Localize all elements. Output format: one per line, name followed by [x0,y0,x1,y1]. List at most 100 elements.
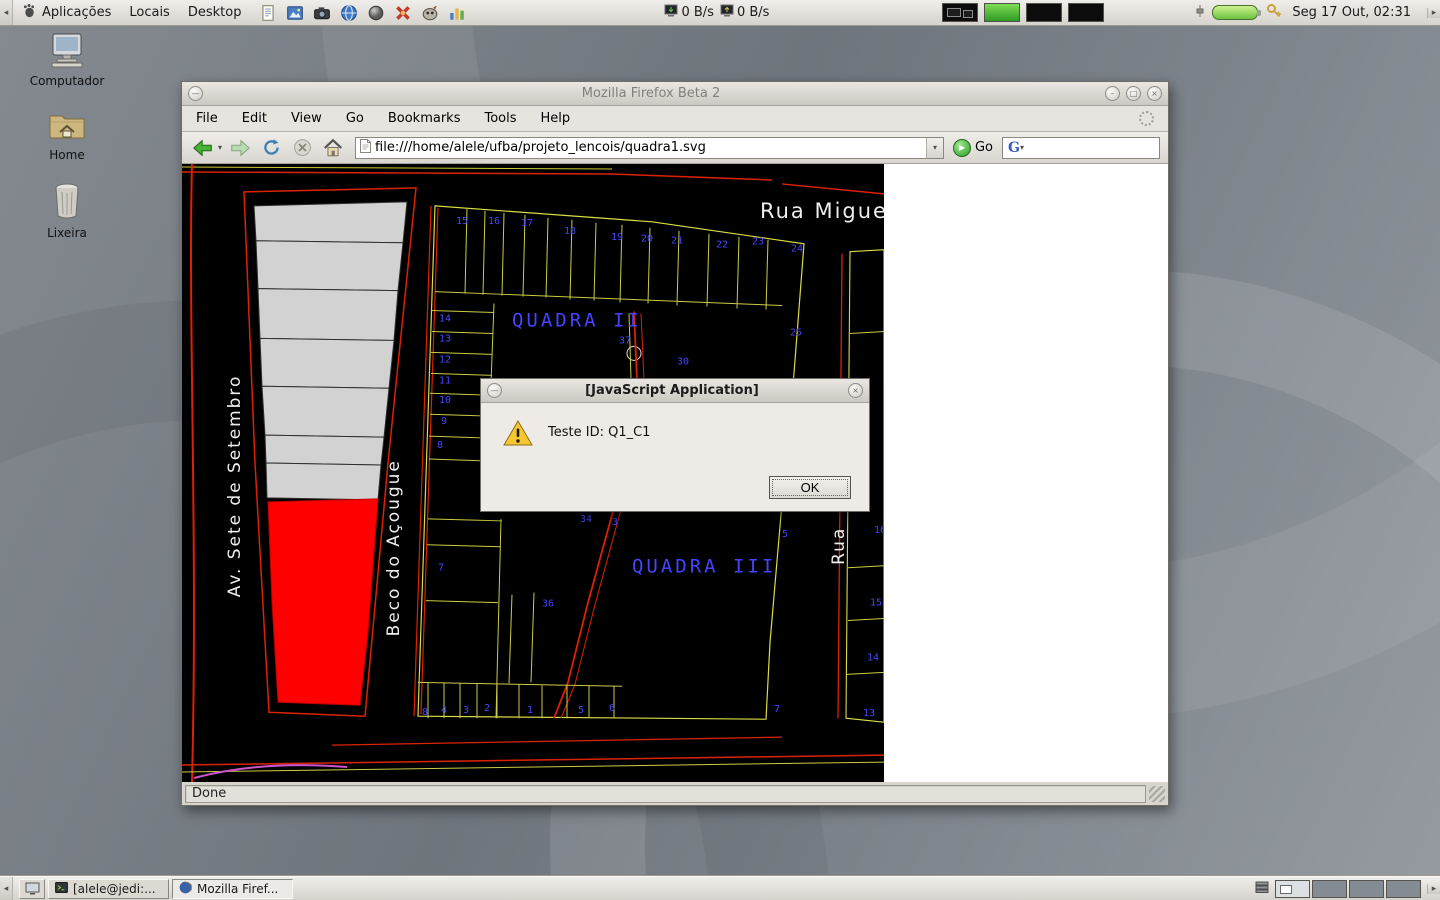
desktop-menu[interactable]: Desktop [179,0,251,25]
search-engine-caret[interactable]: ▾ [1020,143,1024,152]
file-manager-launcher[interactable] [256,2,280,24]
menu-edit[interactable]: Edit [242,111,267,126]
lot-polygon[interactable] [260,338,394,388]
page-white-area [884,164,1168,782]
pager-workspace-3[interactable] [1349,880,1384,898]
taskbar-hide-left-button[interactable]: ◂ [0,877,13,900]
desktop-icon-trash[interactable]: Lixeira [26,182,108,240]
network-monitor-applet[interactable]: 0 B/s 0 B/s [664,4,769,21]
lot-number-label: 5 [578,705,584,716]
page-icon [360,139,371,157]
maximize-button[interactable]: □ [1126,86,1141,101]
places-menu[interactable]: Locais [120,0,178,25]
desktop-icon-computer[interactable]: Computador [26,32,108,88]
play-arrow-glyph: ▶ [959,143,965,152]
applications-menu[interactable]: Aplicações [13,0,120,25]
panel-launchers [256,2,469,24]
keyring-icon[interactable] [1266,3,1282,23]
workspace-1[interactable] [942,3,978,22]
url-dropdown-button[interactable]: ▾ [926,138,943,158]
left-arrow-icon: ◂ [4,884,9,894]
panel-hide-left-button[interactable]: ◂ [0,0,13,25]
url-bar[interactable]: file:///home/alele/ufba/projeto_lencois/… [355,137,944,159]
drawer-icon[interactable] [1255,881,1269,897]
home-icon [322,137,344,159]
right-arrow-icon: ▸ [1432,884,1437,894]
forward-button[interactable] [227,135,253,161]
pager-workspace-4[interactable] [1386,880,1421,898]
workspace-3[interactable] [1026,3,1062,22]
desktop-icon-home[interactable]: Home [26,108,108,162]
javascript-dialog: — [JavaScript Application] × Teste ID: Q… [480,378,870,512]
battery-indicator[interactable] [1212,5,1258,20]
firefox-icon [179,881,192,897]
panel-hide-right-button[interactable]: ▸ [1427,8,1440,18]
lot-number-label: 9 [441,416,447,427]
lot-number-label: 19 [611,232,623,243]
stop-button[interactable] [289,135,315,161]
task-terminal[interactable]: [alele@jedi:... [48,879,169,899]
show-desktop-button[interactable] [19,879,45,899]
dialog-body: Teste ID: Q1_C1 [481,403,869,451]
close-icon: × [1151,89,1158,98]
workspace-4[interactable] [1068,3,1104,22]
lot-number-label: 10 [439,395,451,406]
reload-button[interactable] [258,135,284,161]
image-viewer-launcher[interactable] [283,2,307,24]
top-panel: ◂ Aplicações Locais Desktop 0 B/s [0,0,1440,26]
menu-go[interactable]: Go [346,111,364,126]
desktop-icon-label: Computador [30,74,105,88]
street-name-label: Beco do Açougue [384,459,404,636]
pager-workspace-1[interactable] [1275,880,1310,898]
selected-lot-polygon[interactable] [268,499,378,705]
taskbar-hide-right-button[interactable]: ▸ [1427,884,1440,894]
window-menu-glyph: — [491,386,499,395]
menu-help[interactable]: Help [541,111,571,126]
workspace-2[interactable] [984,3,1020,22]
panel-clock[interactable]: Seg 17 Out, 02:31 [1290,5,1419,20]
menu-bookmarks[interactable]: Bookmarks [388,111,461,126]
back-arrow-icon [192,137,214,159]
close-button[interactable]: × [1147,86,1162,101]
minimize-button[interactable]: – [1105,86,1120,101]
search-input[interactable]: G ▾ [1002,137,1160,159]
chart-launcher[interactable] [445,2,469,24]
forward-arrow-icon [229,137,251,159]
dialog-titlebar[interactable]: — [JavaScript Application] × [481,379,869,403]
home-folder-icon [26,108,108,145]
firefox-titlebar[interactable]: — Mozilla Firefox Beta 2 – □ × [182,82,1168,106]
pager-workspace-2[interactable] [1312,880,1347,898]
tools-launcher[interactable] [391,2,415,24]
lot-polygon[interactable] [265,435,384,465]
volume-launcher[interactable] [364,2,388,24]
dialog-window-menu-icon[interactable]: — [487,383,502,398]
url-text[interactable]: file:///home/alele/ufba/projeto_lencois/… [375,140,926,155]
places-menu-label: Locais [129,5,169,20]
workspace-switcher [942,3,1104,22]
web-browser-launcher[interactable] [337,2,361,24]
resize-grip[interactable] [1149,786,1165,802]
back-history-caret[interactable]: ▾ [218,143,222,152]
lot-polygon[interactable] [254,202,407,243]
back-button[interactable] [190,135,216,161]
task-firefox[interactable]: Mozilla Firef... [172,879,293,899]
gimp-launcher[interactable] [418,2,442,24]
firefox-statusbar: Done [182,782,1168,805]
terminal-icon [55,882,68,896]
menu-view[interactable]: View [291,111,322,126]
camera-launcher[interactable] [310,2,334,24]
task-label: [alele@jedi:... [73,882,156,896]
dialog-close-button[interactable]: × [848,383,863,398]
window-menu-icon[interactable]: — [188,86,203,101]
lot-number-label: 8 [422,707,428,718]
go-button[interactable]: ▶ Go [949,139,997,157]
lot-polygon[interactable] [266,463,381,500]
lot-polygon[interactable] [262,386,389,437]
home-button[interactable] [320,135,346,161]
lot-polygon[interactable] [258,289,398,341]
workspace-pager [1275,880,1421,898]
lot-polygon[interactable] [256,241,403,291]
menu-file[interactable]: File [196,111,218,126]
menu-tools[interactable]: Tools [484,111,516,126]
ok-button[interactable]: OK [769,476,851,499]
